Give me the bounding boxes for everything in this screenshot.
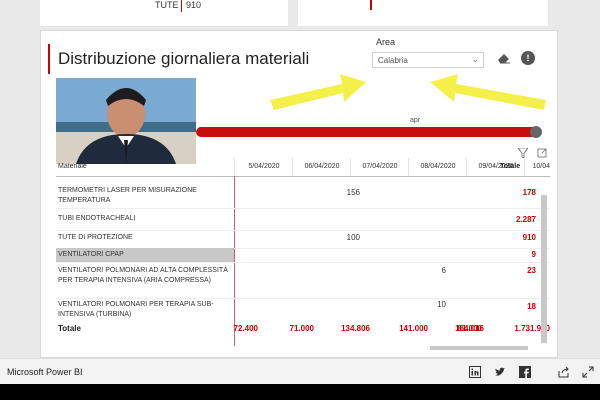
header-material[interactable]: Materiale: [58, 158, 228, 176]
row-total: 9: [531, 250, 536, 259]
materials-matrix: Materiale 5/04/2020 06/04/2020 07/04/202…: [56, 158, 550, 346]
area-label: Area: [376, 37, 396, 47]
header-date[interactable]: 06/04/2020: [292, 158, 351, 176]
card-accent: [181, 0, 182, 12]
person-photo: [56, 78, 196, 164]
row-total: 18: [527, 302, 536, 311]
header-date[interactable]: 08/04/2020: [408, 158, 467, 176]
cell-value: 100: [346, 233, 360, 242]
totals-label: Totale: [58, 324, 81, 333]
total-cell: 81.000: [457, 324, 482, 333]
horizontal-scrollbar[interactable]: [430, 346, 528, 350]
row-total: 23: [527, 266, 536, 275]
cell-value: 10: [437, 300, 446, 309]
focus-mode-icon[interactable]: [537, 145, 547, 158]
row-label: TERMOMETRI LASER PER MISURAZIONE TEMPERA…: [58, 187, 197, 204]
twitter-icon[interactable]: [494, 366, 506, 378]
total-cell: 72.400: [233, 324, 258, 333]
powerbi-brand[interactable]: Microsoft Power BI: [7, 367, 83, 377]
letterbox-bar: [0, 384, 600, 400]
date-slicer-bar[interactable]: [196, 127, 540, 137]
table-row: VENTILATORI POLMONARI AD ALTA COMPLESSIT…: [56, 264, 550, 299]
top-card-left: TUTE 910: [40, 0, 288, 27]
filter-icon[interactable]: [517, 145, 529, 159]
top-card-right: [298, 0, 548, 26]
slicer-month-label: apr: [410, 117, 421, 124]
row-label: VENTILATORI CPAP: [56, 248, 234, 262]
header-date[interactable]: 5/04/2020: [234, 158, 293, 176]
linkedin-icon[interactable]: [469, 366, 481, 378]
header-total[interactable]: Totale: [500, 158, 520, 176]
row-total: 2.287: [515, 215, 536, 224]
table-row: VENTILATORI POLMONARI PER TERAPIA SUB-IN…: [56, 300, 550, 324]
fullscreen-icon[interactable]: [582, 366, 594, 378]
row-label: TUBI ENDOTRACHEALI: [58, 215, 136, 222]
table-row: TUBI ENDOTRACHEALI 2.287: [56, 210, 550, 231]
row-total: 178: [522, 188, 536, 197]
cell-value: 6: [441, 266, 446, 275]
share-icon[interactable]: [558, 366, 570, 378]
table-row: TERMOMETRI LASER PER MISURAZIONE TEMPERA…: [56, 184, 550, 209]
row-total: 910: [522, 233, 536, 242]
total-cell: 141.000: [399, 324, 428, 333]
table-row: TUTE DI PROTEZIONE 100 910: [56, 230, 550, 249]
header-date[interactable]: 10/04/2020: [524, 158, 550, 176]
footer-bar: Microsoft Power BI: [0, 358, 600, 385]
cell-value: 156: [346, 188, 360, 197]
row-label: VENTILATORI POLMONARI AD ALTA COMPLESSIT…: [58, 267, 228, 284]
header-date[interactable]: 07/04/2020: [350, 158, 409, 176]
row-label: VENTILATORI POLMONARI PER TERAPIA SUB-IN…: [58, 301, 214, 318]
annotation-arrows: [270, 74, 546, 110]
date-slicer-handle[interactable]: [530, 126, 542, 138]
vertical-scrollbar[interactable]: [541, 195, 547, 343]
row-label: TUTE DI PROTEZIONE: [58, 234, 133, 241]
table-row-selected[interactable]: VENTILATORI CPAP 9: [56, 248, 550, 263]
card-label: TUTE: [155, 0, 179, 10]
card-accent: [370, 0, 372, 10]
facebook-icon[interactable]: [519, 366, 531, 378]
total-cell: 134.806: [341, 324, 370, 333]
card-value: 910: [186, 0, 202, 10]
title-accent: [48, 44, 50, 74]
total-cell: 71.000: [289, 324, 314, 333]
